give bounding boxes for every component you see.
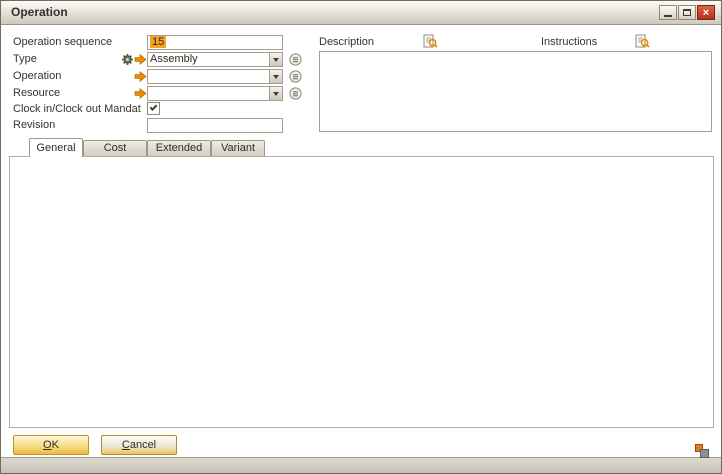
clock-mandatory-checkbox[interactable] bbox=[147, 102, 160, 115]
link-arrow-icon[interactable] bbox=[134, 87, 147, 100]
type-select[interactable]: Assembly bbox=[147, 52, 283, 67]
window-bottom-edge bbox=[1, 457, 721, 473]
general-tab-panel bbox=[9, 156, 714, 428]
maximize-button[interactable] bbox=[678, 5, 696, 20]
dropdown-arrow-icon[interactable] bbox=[269, 87, 282, 100]
resize-grip-icon[interactable] bbox=[695, 444, 709, 458]
description-label: Description bbox=[319, 35, 374, 50]
minimize-icon bbox=[664, 15, 672, 17]
cancel-button[interactable]: Cancel bbox=[101, 435, 177, 455]
type-select-value: Assembly bbox=[148, 53, 268, 66]
dropdown-arrow-icon[interactable] bbox=[269, 53, 282, 66]
type-label: Type bbox=[13, 52, 37, 67]
operation-select[interactable] bbox=[147, 69, 283, 84]
list-circle-icon[interactable] bbox=[289, 53, 302, 66]
link-arrow-icon[interactable] bbox=[134, 53, 147, 66]
revision-input[interactable] bbox=[147, 118, 283, 133]
window-title: Operation bbox=[11, 5, 68, 19]
operation-dialog: Operation × Operation sequence 15 Type A… bbox=[0, 0, 722, 474]
resource-select[interactable] bbox=[147, 86, 283, 101]
tab-variant[interactable]: Variant bbox=[211, 140, 265, 156]
tab-extended[interactable]: Extended bbox=[147, 140, 211, 156]
titlebar[interactable]: Operation × bbox=[1, 1, 721, 25]
edit-text-icon[interactable] bbox=[423, 34, 438, 49]
tab-cost[interactable]: Cost bbox=[83, 140, 147, 156]
close-button[interactable]: × bbox=[697, 5, 715, 20]
check-icon bbox=[150, 103, 158, 111]
cancel-button-label: Cancel bbox=[122, 436, 156, 454]
minimize-button[interactable] bbox=[659, 5, 677, 20]
description-textarea[interactable] bbox=[319, 51, 712, 132]
clock-mandatory-label: Clock in/Clock out Mandat bbox=[13, 102, 141, 117]
instructions-label: Instructions bbox=[541, 35, 597, 50]
close-icon: × bbox=[703, 7, 709, 19]
edit-text-icon[interactable] bbox=[635, 34, 650, 49]
ok-button-label: OK bbox=[43, 436, 59, 454]
dropdown-arrow-icon[interactable] bbox=[269, 70, 282, 83]
tab-general[interactable]: General bbox=[29, 138, 83, 157]
maximize-icon bbox=[683, 9, 691, 16]
link-arrow-icon[interactable] bbox=[134, 70, 147, 83]
resource-label: Resource bbox=[13, 86, 60, 101]
list-circle-icon[interactable] bbox=[289, 70, 302, 83]
revision-label: Revision bbox=[13, 118, 55, 133]
gear-icon[interactable] bbox=[121, 53, 134, 66]
ok-button[interactable]: OK bbox=[13, 435, 89, 455]
operation-sequence-label: Operation sequence bbox=[13, 35, 112, 50]
operation-sequence-input[interactable]: 15 bbox=[147, 35, 283, 50]
operation-label: Operation bbox=[13, 69, 61, 84]
operation-sequence-value: 15 bbox=[150, 36, 166, 48]
list-circle-icon[interactable] bbox=[289, 87, 302, 100]
